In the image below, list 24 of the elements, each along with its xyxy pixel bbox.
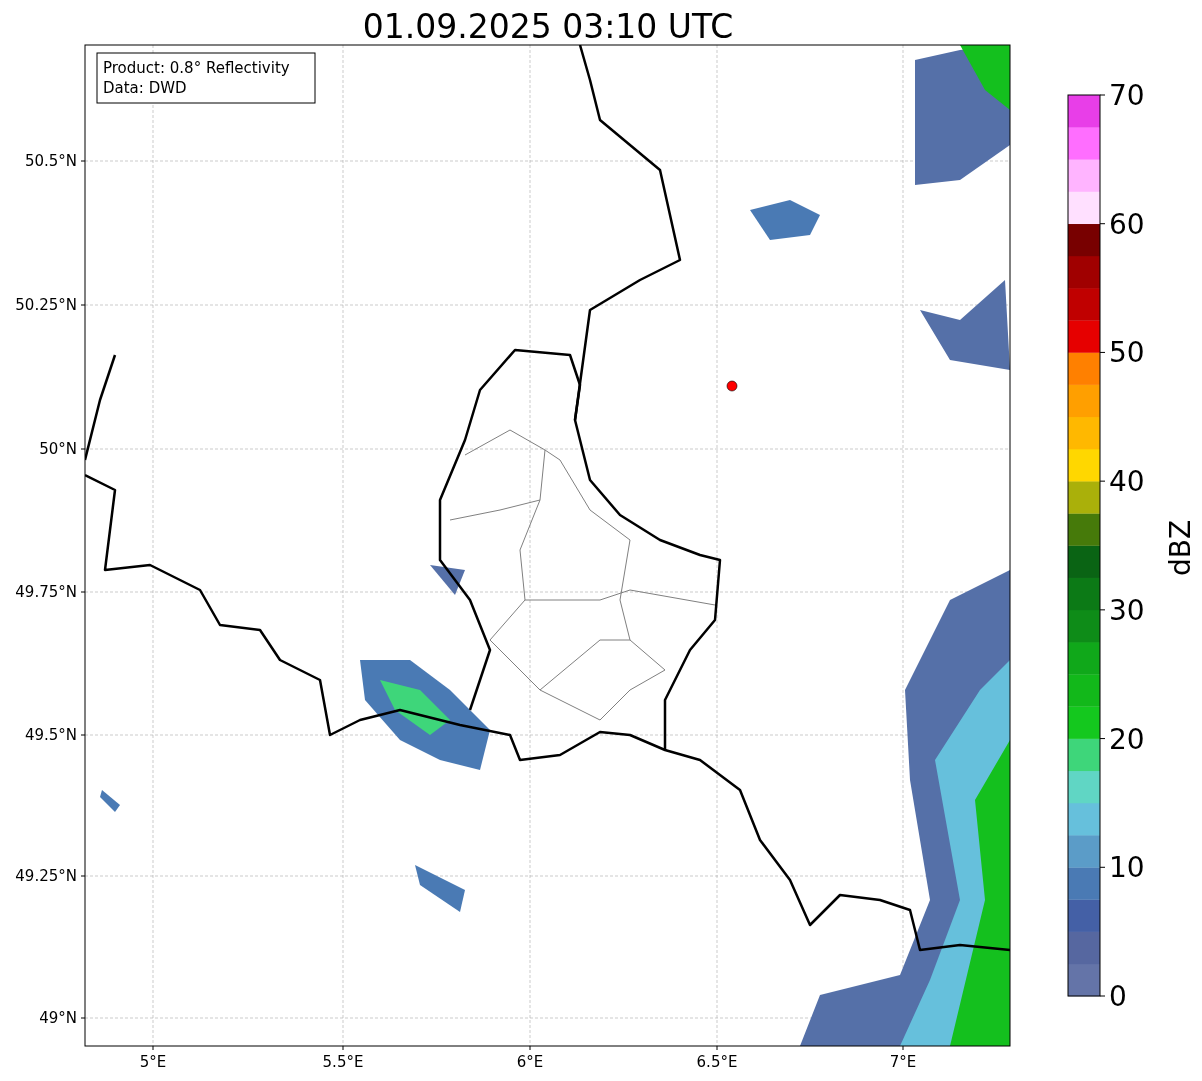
colorbar-tick-label: 0 (1109, 980, 1127, 1013)
axis-tick-label: 7°E (889, 1053, 917, 1071)
axis-tick-label: 50°N (39, 440, 77, 458)
axis-tick-label: 49.75°N (15, 583, 77, 601)
colorbar-tick-label: 10 (1109, 851, 1145, 885)
colorbar-tick-label: 40 (1109, 465, 1145, 499)
colorbar-label: dBZ (1164, 519, 1197, 577)
axis-tick-label: 5°E (139, 1053, 167, 1071)
axis-tick-label: 49.25°N (15, 867, 77, 885)
axis-tick-label: 50.5°N (24, 152, 77, 170)
colorbar-tick-label: 20 (1109, 722, 1145, 756)
info-text: Product: 0.8° Reflectivity (103, 59, 290, 77)
colorbar-tick-label: 30 (1109, 593, 1145, 627)
info-text: Data: DWD (103, 79, 187, 97)
axis-tick-label: 6°E (516, 1053, 544, 1071)
axis-tick-label: 49°N (39, 1009, 77, 1027)
colorbar-tick-label: 70 (1109, 79, 1145, 112)
colorbar-tick-label: 60 (1109, 207, 1145, 241)
colorbar-tick-label: 50 (1109, 336, 1145, 370)
axis-tick-label: 6.5°E (696, 1053, 738, 1071)
axis-tick-label: 49.5°N (24, 726, 77, 744)
axis-tick-label: 5.5°E (322, 1053, 364, 1071)
axis-tick-label: 50.25°N (15, 296, 77, 314)
chart-title: 01.09.2025 03:10 UTC (362, 7, 734, 46)
